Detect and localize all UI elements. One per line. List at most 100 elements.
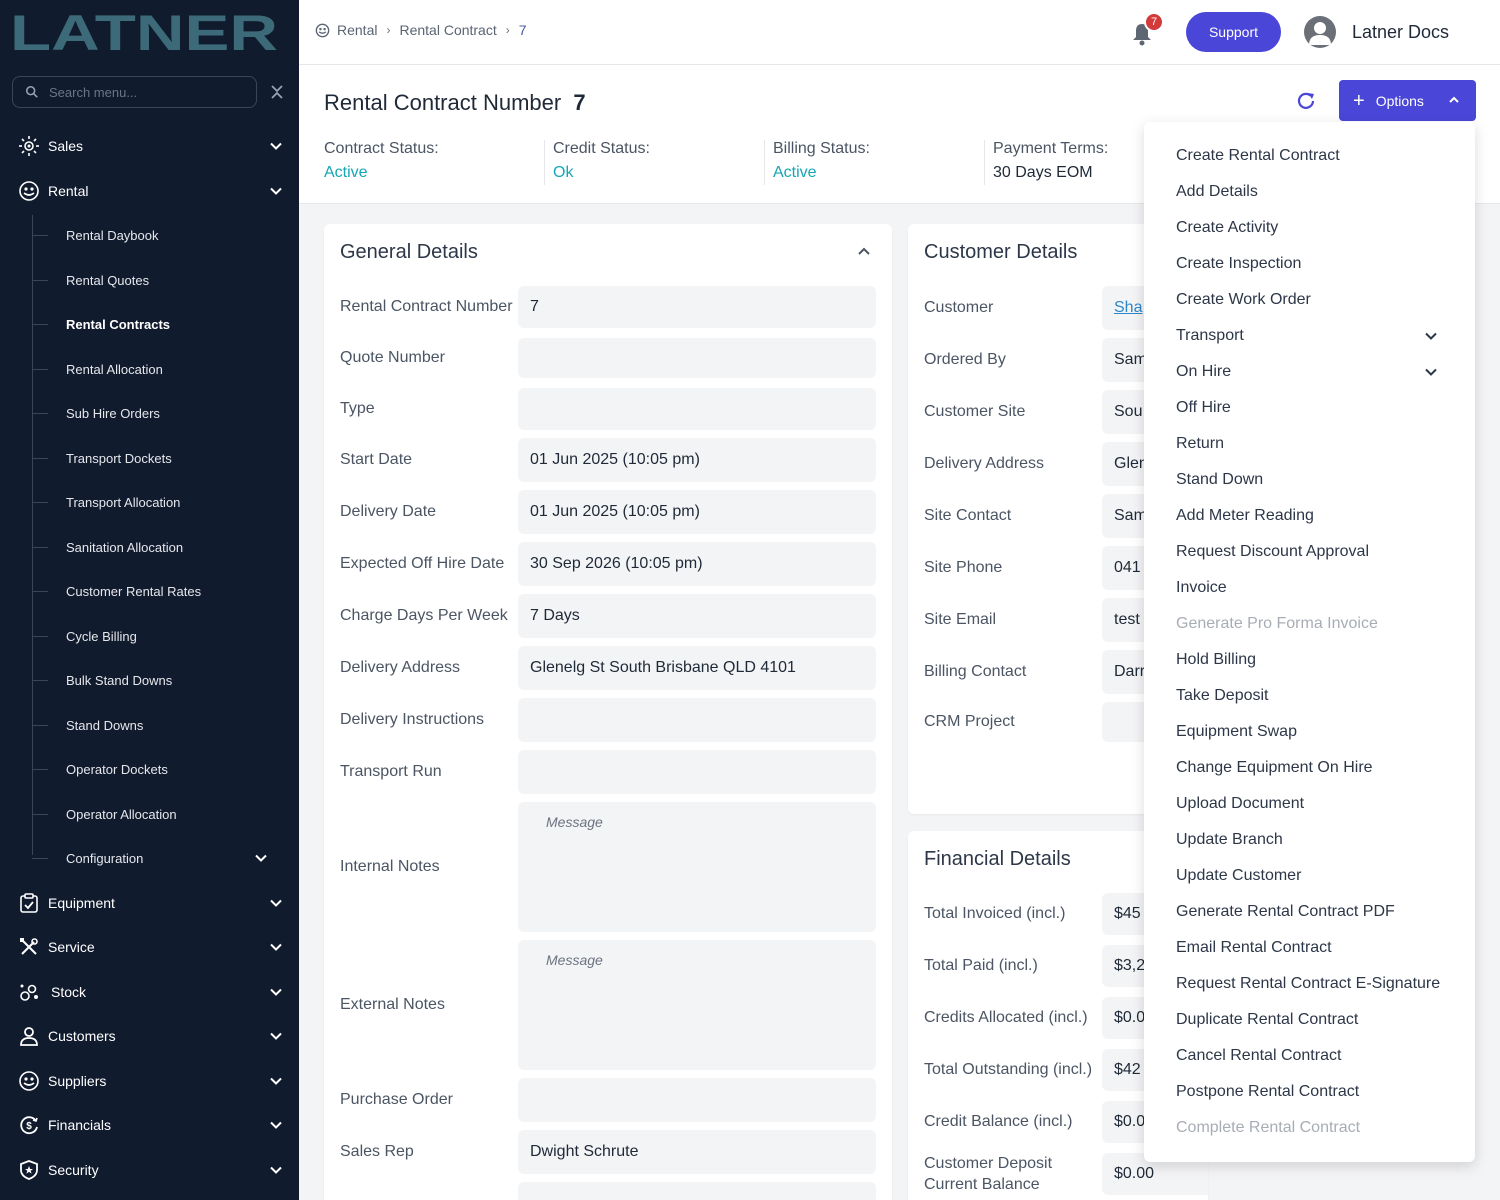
field-site-contact: Site Contact Sam: [924, 494, 1208, 538]
menu-item-request-discount-approval[interactable]: Request Discount Approval: [1176, 537, 1466, 567]
external-notes-textarea[interactable]: Message: [518, 940, 876, 1070]
sidebar-item-sub-hire-orders[interactable]: Sub Hire Orders: [32, 393, 292, 433]
stat-value: Active: [324, 164, 368, 181]
sidebar-item-security[interactable]: Security: [0, 1150, 299, 1190]
sidebar-item-suppliers[interactable]: Suppliers: [0, 1061, 299, 1101]
breadcrumb-rental-contract[interactable]: Rental Contract: [399, 22, 496, 38]
field-value[interactable]: [518, 388, 876, 430]
menu-item-take-deposit[interactable]: Take Deposit: [1176, 681, 1466, 711]
sidebar-item-label: Stock: [51, 984, 87, 1000]
options-button[interactable]: + Options: [1339, 80, 1476, 121]
field-value[interactable]: 01 Jun 2025 (10:05 pm): [518, 438, 876, 482]
sidebar-item-configuration[interactable]: Configuration: [32, 838, 292, 878]
field-total-paid: Total Paid (incl.) $3,2: [924, 945, 1208, 987]
sidebar-item-stand-downs[interactable]: Stand Downs: [32, 705, 292, 745]
field-value[interactable]: [518, 750, 876, 794]
menu-item-update-branch[interactable]: Update Branch: [1176, 825, 1466, 855]
field-label: Credit Balance (incl.): [924, 1113, 1073, 1130]
sidebar-item-rental[interactable]: Rental: [0, 171, 299, 211]
chevron-right-icon: ›: [505, 23, 510, 37]
field-value[interactable]: [518, 338, 876, 378]
menu-item-label: Change Equipment On Hire: [1176, 759, 1373, 776]
menu-item-cancel-rental-contract[interactable]: Cancel Rental Contract: [1176, 1041, 1466, 1071]
menu-item-off-hire[interactable]: Off Hire: [1176, 393, 1466, 423]
menu-item-label: Create Rental Contract: [1176, 147, 1340, 164]
chevron-down-icon: [270, 1077, 282, 1085]
sidebar-item-rental-daybook[interactable]: Rental Daybook: [32, 215, 292, 255]
menu-item-create-inspection[interactable]: Create Inspection: [1176, 249, 1466, 279]
menu-item-update-customer[interactable]: Update Customer: [1176, 861, 1466, 891]
menu-item-create-activity[interactable]: Create Activity: [1176, 213, 1466, 243]
menu-item-email-rental-contract[interactable]: Email Rental Contract: [1176, 933, 1466, 963]
field-value[interactable]: [518, 1182, 876, 1200]
menu-item-transport[interactable]: Transport: [1176, 321, 1466, 351]
chevron-down-icon: [270, 187, 282, 195]
menu-item-hold-billing[interactable]: Hold Billing: [1176, 645, 1466, 675]
latner-logo[interactable]: LATNER: [10, 10, 280, 54]
menu-search-input[interactable]: [49, 84, 239, 100]
menu-item-create-work-order[interactable]: Create Work Order: [1176, 285, 1466, 315]
field-value[interactable]: 7 Days: [518, 594, 876, 638]
field-value[interactable]: Glenelg St South Brisbane QLD 4101: [518, 646, 876, 690]
menu-item-label: Request Rental Contract E-Signature: [1176, 975, 1441, 992]
chevron-up-icon[interactable]: [856, 244, 872, 260]
sidebar-item-service[interactable]: Service: [0, 927, 299, 967]
menu-item-stand-down[interactable]: Stand Down: [1176, 465, 1466, 495]
menu-search[interactable]: [12, 76, 257, 108]
field-start-date: Start Date 01 Jun 2025 (10:05 pm): [340, 438, 876, 482]
menu-item-create-rental-contract[interactable]: Create Rental Contract: [1176, 141, 1466, 171]
menu-item-on-hire[interactable]: On Hire: [1176, 357, 1466, 387]
sidebar-item-operator-dockets[interactable]: Operator Dockets: [32, 749, 292, 789]
sidebar-item-cycle-billing[interactable]: Cycle Billing: [32, 616, 292, 656]
sidebar-item-label: Suppliers: [48, 1073, 107, 1089]
sidebar-item-financials[interactable]: $ Financials: [0, 1105, 299, 1145]
search-icon: [25, 85, 38, 98]
internal-notes-textarea[interactable]: Message: [518, 802, 876, 932]
refresh-icon[interactable]: [1295, 90, 1317, 112]
menu-item-invoice[interactable]: Invoice: [1176, 573, 1466, 603]
menu-item-change-equipment-on-hire[interactable]: Change Equipment On Hire: [1176, 753, 1466, 783]
field-value[interactable]: 01 Jun 2025 (10:05 pm): [518, 490, 876, 534]
field-site-phone: Site Phone 041: [924, 546, 1208, 590]
menu-item-add-details[interactable]: Add Details: [1176, 177, 1466, 207]
sidebar-item-stock[interactable]: Stock: [0, 972, 299, 1012]
support-button[interactable]: Support: [1186, 12, 1281, 52]
menu-item-equipment-swap[interactable]: Equipment Swap: [1176, 717, 1466, 747]
menu-item-add-meter-reading[interactable]: Add Meter Reading: [1176, 501, 1466, 531]
menu-item-duplicate-rental-contract[interactable]: Duplicate Rental Contract: [1176, 1005, 1466, 1035]
menu-item-return[interactable]: Return: [1176, 429, 1466, 459]
sidebar-item-sanitation-allocation[interactable]: Sanitation Allocation: [32, 527, 292, 567]
sidebar-item-rental-quotes[interactable]: Rental Quotes: [32, 260, 292, 300]
user-name[interactable]: Latner Docs: [1352, 22, 1449, 43]
menu-item-label: Take Deposit: [1176, 687, 1269, 704]
chevron-down-icon[interactable]: [1424, 365, 1438, 379]
sidebar-item-bulk-stand-downs[interactable]: Bulk Stand Downs: [32, 660, 292, 700]
sidebar-item-rental-allocation[interactable]: Rental Allocation: [32, 349, 292, 389]
field-label: Site Email: [924, 611, 997, 628]
menu-item-generate-rental-contract-pdf[interactable]: Generate Rental Contract PDF: [1176, 897, 1466, 927]
menu-item-label: Create Activity: [1176, 219, 1279, 236]
chevron-down-icon: [270, 142, 282, 150]
field-value[interactable]: [518, 698, 876, 742]
field-value[interactable]: [518, 1078, 876, 1122]
sidebar-item-label: Rental: [48, 183, 89, 199]
sidebar-item-operator-allocation[interactable]: Operator Allocation: [32, 794, 292, 834]
collapse-sidebar-icon[interactable]: [268, 82, 286, 102]
sidebar-item-customers[interactable]: Customers: [0, 1016, 299, 1056]
chevron-down-icon[interactable]: [1424, 329, 1438, 343]
avatar[interactable]: [1304, 16, 1336, 48]
menu-item-postpone-rental-contract[interactable]: Postpone Rental Contract: [1176, 1077, 1466, 1107]
field-label: Ordered By: [924, 351, 1006, 368]
sidebar-item-rental-contracts[interactable]: Rental Contracts: [32, 304, 292, 344]
breadcrumb-rental[interactable]: Rental: [337, 22, 377, 38]
sidebar-item-sales[interactable]: Sales: [0, 126, 299, 166]
field-value[interactable]: 7: [518, 286, 876, 328]
field-value[interactable]: 30 Sep 2026 (10:05 pm): [518, 542, 876, 586]
menu-item-upload-document[interactable]: Upload Document: [1176, 789, 1466, 819]
sidebar-item-equipment[interactable]: Equipment: [0, 883, 299, 923]
field-value[interactable]: Dwight Schrute: [518, 1130, 876, 1174]
menu-item-request-rental-contract-e-signature[interactable]: Request Rental Contract E-Signature: [1176, 969, 1466, 999]
sidebar-item-customer-rental-rates[interactable]: Customer Rental Rates: [32, 571, 292, 611]
sidebar-item-transport-dockets[interactable]: Transport Dockets: [32, 438, 292, 478]
sidebar-item-transport-allocation[interactable]: Transport Allocation: [32, 482, 292, 522]
